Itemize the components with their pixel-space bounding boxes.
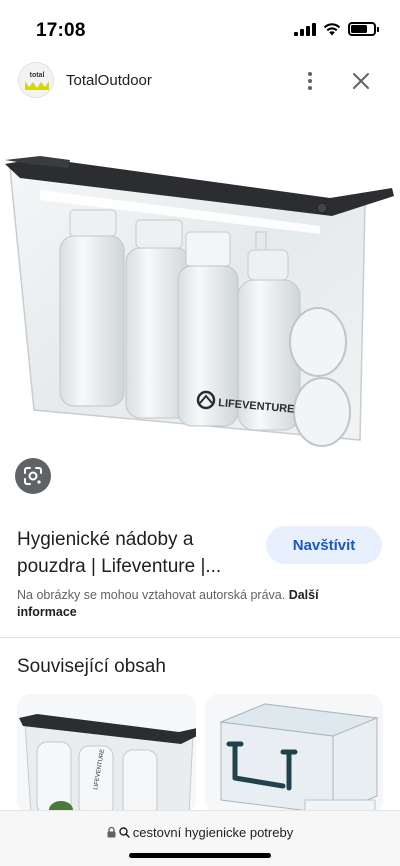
browser-url-bar: cestovní hygienicke potreby — [0, 810, 400, 866]
site-header: total TotalOutdoor — [0, 58, 400, 104]
related-content-heading: Související obsah — [17, 656, 166, 677]
url-text: cestovní hygienicke potreby — [132, 825, 294, 840]
close-button[interactable] — [344, 64, 378, 98]
totaloutdoor-logo-icon: total — [18, 62, 54, 98]
related-card-plastic-box[interactable] — [205, 694, 383, 814]
site-name[interactable]: TotalOutdoor — [66, 72, 152, 89]
status-icons — [294, 22, 379, 36]
copyright-notice: Na obrázky se mohou vztahovat autorská p… — [17, 587, 367, 621]
main-product-image[interactable]: LIFEVENTURE — [0, 120, 400, 510]
lock-icon — [107, 827, 116, 838]
more-vert-icon — [308, 72, 312, 76]
result-title[interactable]: Hygienické nádoby a pouzdra | Lifeventur… — [17, 526, 257, 580]
battery-icon — [348, 22, 379, 36]
section-divider — [0, 637, 400, 638]
related-card-toiletry-pouch[interactable]: LIFEVENTURE — [17, 694, 196, 814]
google-lens-button[interactable] — [15, 458, 51, 494]
url-field[interactable]: cestovní hygienicke potreby — [0, 825, 400, 840]
cellular-signal-icon — [294, 22, 316, 36]
google-lens-icon — [24, 467, 42, 485]
home-indicator[interactable] — [129, 853, 271, 858]
more-options-button[interactable] — [296, 64, 324, 98]
copyright-text: Na obrázky se mohou vztahovat autorská p… — [17, 588, 286, 602]
visit-button[interactable]: Navštívit — [266, 526, 382, 564]
status-time: 17:08 — [36, 20, 86, 41]
close-icon — [353, 73, 369, 89]
wifi-icon — [323, 23, 341, 36]
status-bar: 17:08 — [0, 0, 400, 56]
search-icon — [119, 827, 130, 838]
logo-text: total — [30, 72, 45, 79]
